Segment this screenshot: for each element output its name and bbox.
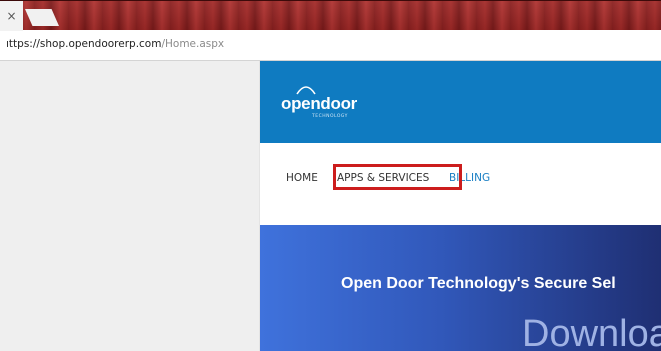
url-path: /Home.aspx [161,38,225,50]
logo-text: opendoor [281,94,357,113]
url-text[interactable]: ıttps://shop.opendoorerp.com/Home.aspx [6,38,224,50]
banner-subtitle: Downloa [522,313,661,351]
blank-margin [0,61,260,351]
hero-banner: Open Door Technology's Secure Sel Downlo… [260,225,661,351]
url-host: ıttps://shop.opendoorerp.com [6,38,162,50]
opendoor-logo[interactable]: opendoor TECHNOLOGY [281,83,361,123]
main-navigation: HOME APPS & SERVICES BILLING [260,143,661,225]
highlight-box [333,164,462,190]
browser-tab-strip: × [0,0,661,31]
address-bar[interactable]: ıttps://shop.opendoorerp.com/Home.aspx [0,30,661,61]
close-tab-icon[interactable]: × [0,1,23,31]
banner-title: Open Door Technology's Secure Sel [341,275,616,292]
site-header: opendoor TECHNOLOGY [260,61,661,143]
new-tab-button[interactable] [25,9,59,26]
logo-subtext: TECHNOLOGY [312,114,348,119]
website-viewport: opendoor TECHNOLOGY HOME APPS & SERVICES… [260,61,661,351]
nav-home-link[interactable]: HOME [286,172,318,184]
page-content: opendoor TECHNOLOGY HOME APPS & SERVICES… [0,61,661,351]
